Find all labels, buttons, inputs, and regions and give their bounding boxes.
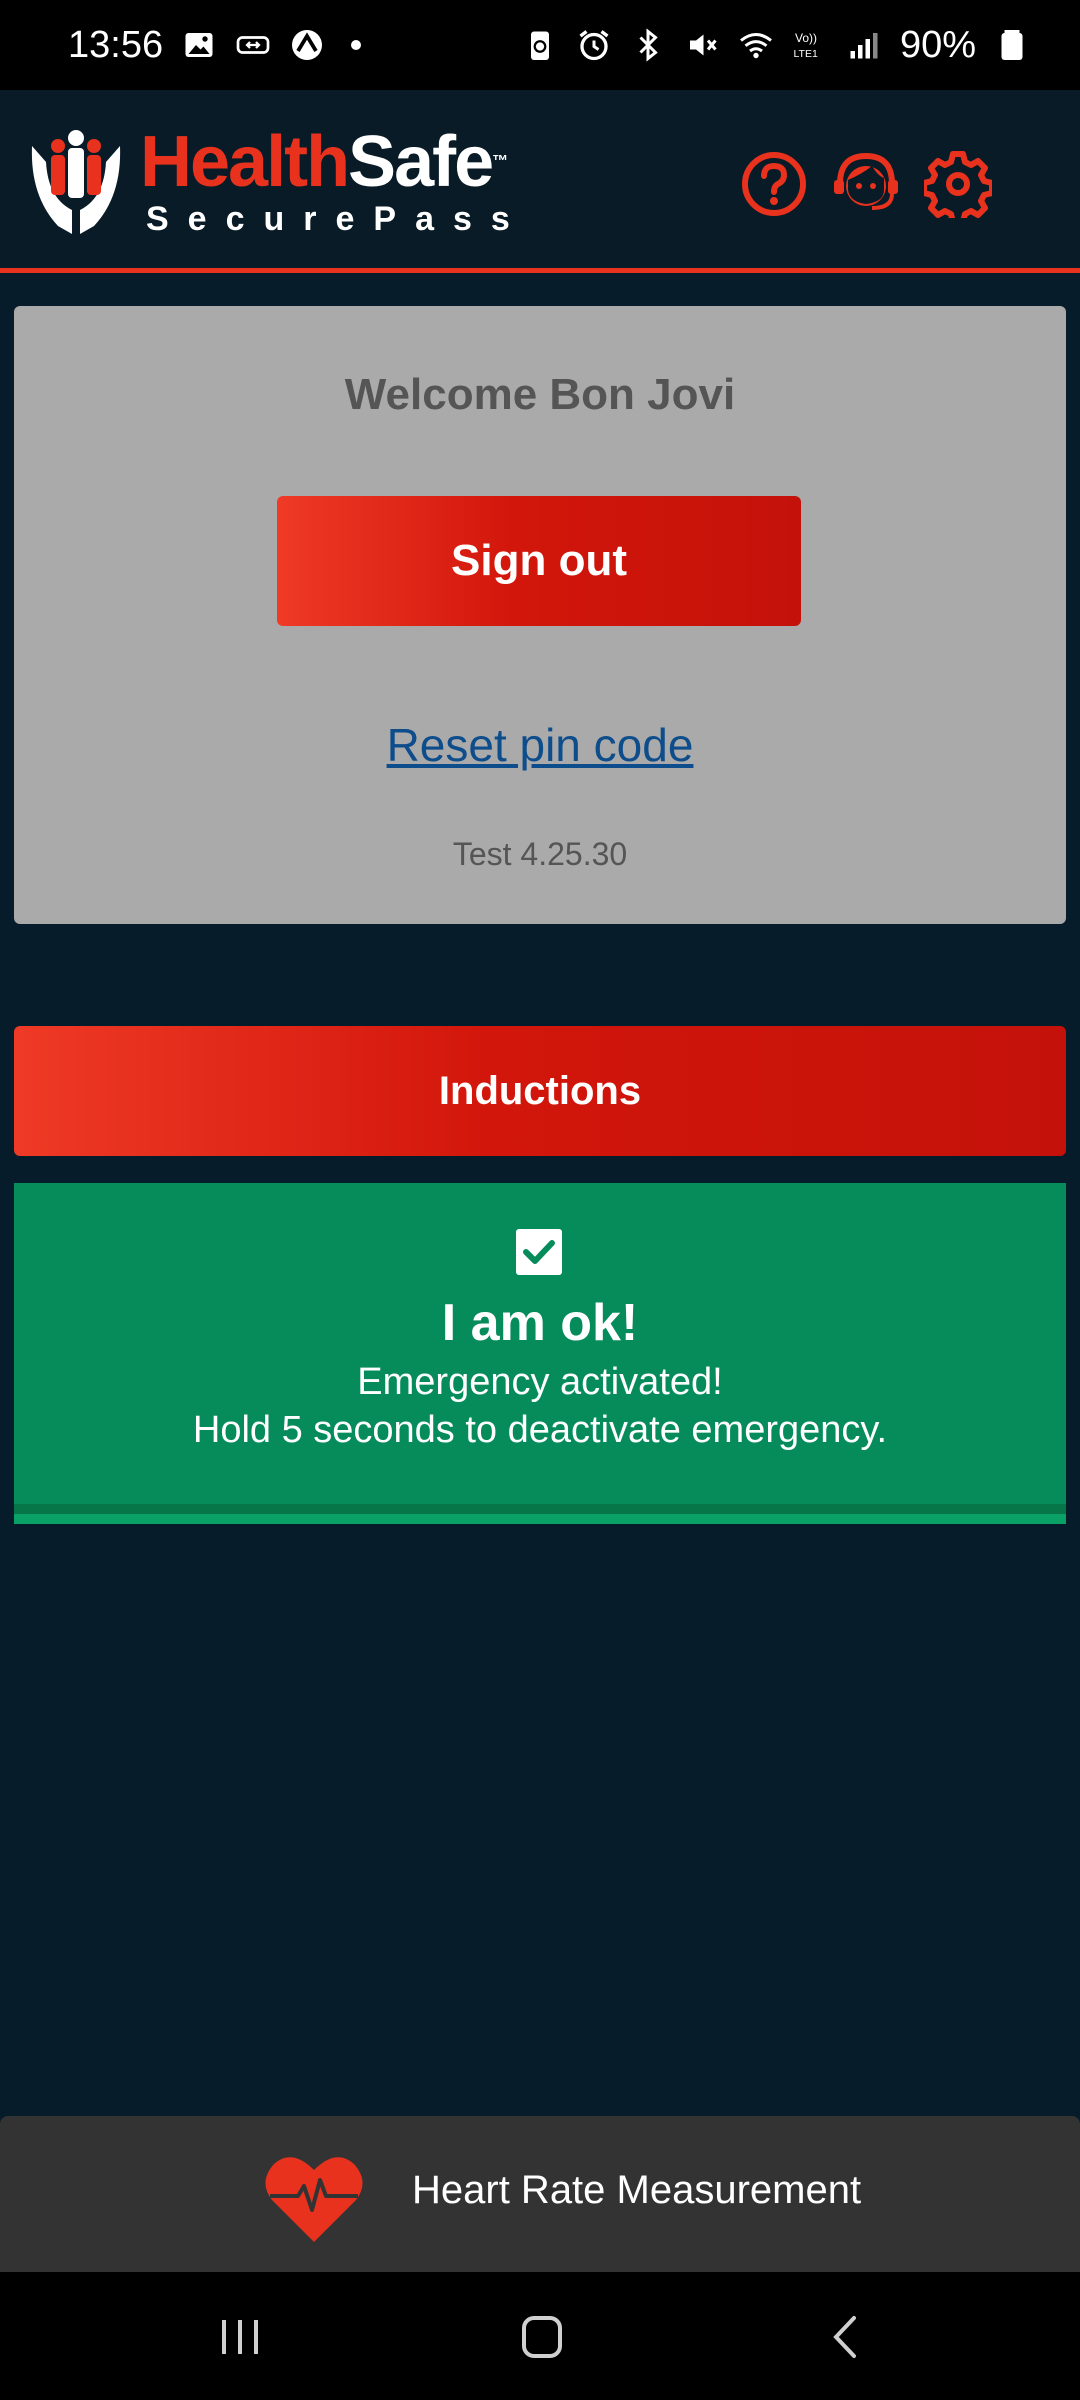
mute-icon xyxy=(684,27,720,63)
checkbox-checked-icon xyxy=(516,1229,562,1275)
brand-safe: Safe xyxy=(348,122,494,202)
cast-icon xyxy=(235,27,271,63)
support-button[interactable] xyxy=(832,150,900,218)
hold-progress-fill xyxy=(14,1504,1066,1514)
help-icon xyxy=(742,152,806,216)
emergency-status: Emergency activated! xyxy=(357,1361,723,1403)
alarm-icon xyxy=(576,27,612,63)
battery-icon xyxy=(994,27,1030,63)
hold-progress-track xyxy=(14,1504,1066,1524)
status-time: 13:56 xyxy=(68,23,164,66)
heart-rate-label: Heart Rate Measurement xyxy=(412,2168,862,2212)
header-actions xyxy=(740,150,992,218)
svg-text:Vo)): Vo)) xyxy=(795,31,817,45)
svg-text:LTE1: LTE1 xyxy=(793,48,817,60)
reset-pin-link[interactable]: Reset pin code xyxy=(14,718,1066,772)
ok-title: I am ok! xyxy=(441,1294,639,1352)
emergency-ok-button[interactable]: I am ok! Emergency activated! Hold 5 sec… xyxy=(14,1183,1066,1524)
home-button[interactable] xyxy=(512,2312,572,2362)
inductions-button[interactable]: Inductions xyxy=(14,1026,1066,1156)
recents-button[interactable] xyxy=(210,2312,270,2362)
welcome-title: Welcome Bon Jovi xyxy=(344,370,736,419)
settings-button[interactable] xyxy=(924,150,992,218)
signal-icon xyxy=(846,27,882,63)
status-right: Vo)) LTE1 90% xyxy=(522,24,1030,67)
brand-health: Health xyxy=(140,122,350,202)
battery-saver-icon xyxy=(522,27,558,63)
logo-hands-icon xyxy=(28,126,124,238)
notification-dot xyxy=(351,40,362,50)
emergency-instruction: Hold 5 seconds to deactivate emergency. xyxy=(192,1409,888,1451)
support-agent-icon xyxy=(834,152,898,210)
sign-out-button[interactable]: Sign out xyxy=(277,496,801,626)
home-icon xyxy=(522,2316,562,2358)
status-bar: 13:56 Vo)) LTE1 90% xyxy=(0,0,1080,90)
heart-rate-button[interactable]: Heart Rate Measurement xyxy=(0,2116,1080,2272)
help-button[interactable] xyxy=(740,150,808,218)
app-icon xyxy=(289,27,325,63)
bluetooth-icon xyxy=(630,27,666,63)
settings-icon xyxy=(924,151,992,218)
brand-subtitle: SecurePass xyxy=(146,200,529,238)
system-nav-bar xyxy=(0,2272,1080,2400)
image-icon xyxy=(181,27,217,63)
heart-rate-icon xyxy=(264,2152,364,2244)
volte-icon: Vo)) LTE1 xyxy=(792,27,828,63)
back-icon xyxy=(833,2316,856,2358)
recents-icon xyxy=(222,2320,258,2354)
brand-logo: HealthSafe™ SecurePass xyxy=(140,126,529,239)
battery-percent: 90% xyxy=(899,23,976,66)
brand-trademark: ™ xyxy=(492,153,508,170)
wifi-icon xyxy=(738,27,774,63)
app-version: Test 4.25.30 xyxy=(452,836,628,872)
back-button[interactable] xyxy=(816,2312,876,2362)
app-header: HealthSafe™ SecurePass xyxy=(0,90,1080,273)
welcome-card: Welcome Bon Jovi Sign out Reset pin code… xyxy=(14,306,1066,924)
brand-name: HealthSafe™ xyxy=(140,126,529,198)
status-left: 13:56 xyxy=(68,23,362,67)
